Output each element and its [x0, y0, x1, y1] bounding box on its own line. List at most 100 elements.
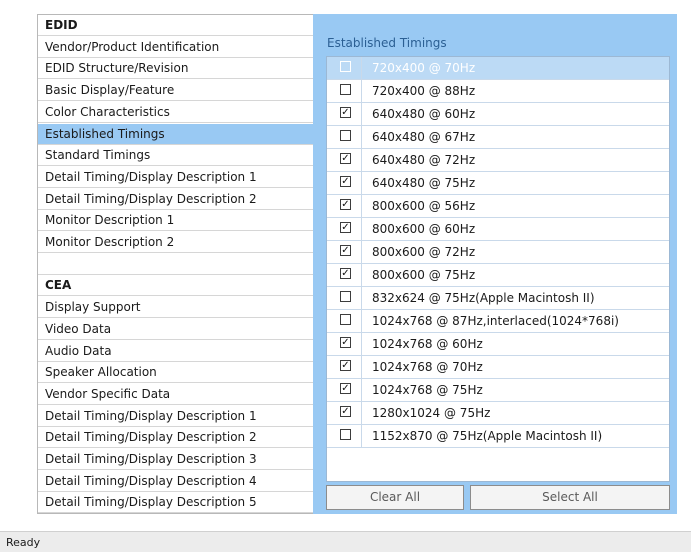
- timing-label: 1280x1024 @ 75Hz: [372, 406, 491, 420]
- nav-item-standard-timings[interactable]: Standard Timings: [38, 145, 313, 167]
- timing-checkbox[interactable]: ✓: [340, 153, 351, 164]
- check-icon: ✓: [341, 153, 350, 164]
- nav-item-basic-display-feature[interactable]: Basic Display/Feature: [38, 80, 313, 102]
- timing-row[interactable]: ✓ 800x600 @ 56Hz: [327, 195, 669, 218]
- timing-row[interactable]: 720x400 @ 88Hz: [327, 80, 669, 103]
- nav-item-detail-timing-display-description-4[interactable]: Detail Timing/Display Description 4: [38, 471, 313, 492]
- nav-item-video-data[interactable]: Video Data: [38, 319, 313, 340]
- checkbox-cell: ✓: [327, 379, 362, 401]
- timing-checkbox[interactable]: ✓: [340, 107, 351, 118]
- timing-label: 800x600 @ 60Hz: [372, 222, 476, 236]
- nav-item-detail-timing-display-description-1[interactable]: Detail Timing/Display Description 1: [38, 406, 313, 427]
- checkbox-cell: ✓: [327, 356, 362, 378]
- nav-item-detail-timing-display-description-2[interactable]: Detail Timing/Display Description 2: [38, 427, 313, 449]
- check-icon: ✓: [341, 406, 350, 417]
- timing-label: 640x480 @ 72Hz: [372, 153, 476, 167]
- nav-item-vendor-product-identification[interactable]: Vendor/Product Identification: [38, 37, 313, 58]
- timing-row[interactable]: ✓ 1024x768 @ 75Hz: [327, 379, 669, 402]
- nav-item-edid-structure-revision[interactable]: EDID Structure/Revision: [38, 58, 313, 80]
- timing-row[interactable]: ✓ 640x480 @ 75Hz: [327, 172, 669, 195]
- timing-row[interactable]: ✓ 1280x1024 @ 75Hz: [327, 402, 669, 425]
- timing-row[interactable]: ✓ 1024x768 @ 60Hz: [327, 333, 669, 356]
- timing-label: 640x480 @ 75Hz: [372, 176, 476, 190]
- check-icon: ✓: [341, 268, 350, 279]
- checkbox-cell: ✓: [327, 333, 362, 355]
- check-icon: ✓: [341, 383, 350, 394]
- timing-checkbox[interactable]: [340, 84, 351, 95]
- nav-item-detail-timing-display-description-3[interactable]: Detail Timing/Display Description 3: [38, 449, 313, 470]
- timing-checkbox[interactable]: ✓: [340, 222, 351, 233]
- timing-label: 832x624 @ 75Hz(Apple Macintosh II): [372, 291, 595, 305]
- checkbox-cell: ✓: [327, 103, 362, 125]
- timing-row[interactable]: ✓ 640x480 @ 60Hz: [327, 103, 669, 126]
- timing-checkbox[interactable]: ✓: [340, 199, 351, 210]
- timing-row[interactable]: ✓ 640x480 @ 72Hz: [327, 149, 669, 172]
- edid-section-tree[interactable]: EDID Vendor/Product Identification EDID St…: [37, 14, 314, 514]
- timing-row[interactable]: 640x480 @ 67Hz: [327, 126, 669, 149]
- timing-checkbox[interactable]: ✓: [340, 245, 351, 256]
- timing-checkbox[interactable]: ✓: [340, 406, 351, 417]
- timing-label: 1024x768 @ 87Hz,interlaced(1024*768i): [372, 314, 619, 328]
- nav-spacer: [38, 254, 313, 275]
- checkbox-cell: ✓: [327, 195, 362, 217]
- established-timings-panel: Established Timings 720x400 @ 70Hz 720x40…: [313, 14, 677, 514]
- timing-checkbox[interactable]: [340, 130, 351, 141]
- checkbox-cell: ✓: [327, 149, 362, 171]
- nav-item-monitor-description-1[interactable]: Monitor Description 1: [38, 210, 313, 232]
- timing-label: 640x480 @ 67Hz: [372, 130, 476, 144]
- nav-item-detail-timing-display-description-1[interactable]: Detail Timing/Display Description 1: [38, 167, 313, 188]
- timing-row[interactable]: ✓ 800x600 @ 72Hz: [327, 241, 669, 264]
- timing-checkbox[interactable]: [340, 429, 351, 440]
- timing-row[interactable]: ✓ 800x600 @ 60Hz: [327, 218, 669, 241]
- timing-checkbox[interactable]: [340, 291, 351, 302]
- nav-item-detail-timing-display-description-2[interactable]: Detail Timing/Display Description 2: [38, 189, 313, 210]
- check-icon: ✓: [341, 337, 350, 348]
- nav-section-edid: EDID: [38, 15, 313, 36]
- timing-row[interactable]: ✓ 1024x768 @ 70Hz: [327, 356, 669, 379]
- edid-editor-window: EDID Vendor/Product Identification EDID St…: [0, 0, 691, 552]
- check-icon: ✓: [341, 222, 350, 233]
- select-all-button[interactable]: Select All: [470, 485, 670, 510]
- timing-label: 800x600 @ 56Hz: [372, 199, 476, 213]
- checkbox-cell: [327, 57, 362, 79]
- panel-title: Established Timings: [327, 36, 447, 50]
- timing-label: 1024x768 @ 70Hz: [372, 360, 483, 374]
- timing-row[interactable]: ✓ 800x600 @ 75Hz: [327, 264, 669, 287]
- clear-all-button[interactable]: Clear All: [326, 485, 464, 510]
- timing-checkbox[interactable]: ✓: [340, 176, 351, 187]
- nav-item-color-characteristics[interactable]: Color Characteristics: [38, 102, 313, 123]
- check-icon: ✓: [341, 176, 350, 187]
- nav-item-audio-data[interactable]: Audio Data: [38, 341, 313, 362]
- timing-label: 1024x768 @ 75Hz: [372, 383, 483, 397]
- checkbox-cell: ✓: [327, 241, 362, 263]
- checkbox-cell: [327, 287, 362, 309]
- checkbox-cell: [327, 425, 362, 447]
- check-icon: ✓: [341, 107, 350, 118]
- checkbox-cell: [327, 310, 362, 332]
- timing-row[interactable]: 1024x768 @ 87Hz,interlaced(1024*768i): [327, 310, 669, 333]
- timing-row[interactable]: 720x400 @ 70Hz: [327, 57, 669, 80]
- checkbox-cell: ✓: [327, 218, 362, 240]
- timing-checkbox[interactable]: [340, 61, 351, 72]
- checkbox-cell: ✓: [327, 264, 362, 286]
- timing-checkbox[interactable]: [340, 314, 351, 325]
- timing-label: 640x480 @ 60Hz: [372, 107, 476, 121]
- status-text: Ready: [6, 536, 41, 549]
- nav-item-speaker-allocation[interactable]: Speaker Allocation: [38, 362, 313, 384]
- checkbox-cell: ✓: [327, 172, 362, 194]
- timing-row[interactable]: 1152x870 @ 75Hz(Apple Macintosh II): [327, 425, 669, 448]
- nav-item-display-support[interactable]: Display Support: [38, 297, 313, 319]
- nav-item-detail-timing-display-description-5[interactable]: Detail Timing/Display Description 5: [38, 492, 313, 514]
- check-icon: ✓: [341, 199, 350, 210]
- timing-row[interactable]: 832x624 @ 75Hz(Apple Macintosh II): [327, 287, 669, 310]
- timing-label: 800x600 @ 72Hz: [372, 245, 476, 259]
- check-icon: ✓: [341, 245, 350, 256]
- timing-checkbox[interactable]: ✓: [340, 360, 351, 371]
- timing-checkbox[interactable]: ✓: [340, 383, 351, 394]
- timing-checkbox[interactable]: ✓: [340, 268, 351, 279]
- nav-item-monitor-description-2[interactable]: Monitor Description 2: [38, 232, 313, 253]
- timings-grid: 720x400 @ 70Hz 720x400 @ 88Hz ✓ 640x480 @ 6…: [326, 56, 670, 482]
- nav-item-established-timings[interactable]: Established Timings: [38, 123, 313, 145]
- nav-item-vendor-specific-data[interactable]: Vendor Specific Data: [38, 384, 313, 405]
- timing-checkbox[interactable]: ✓: [340, 337, 351, 348]
